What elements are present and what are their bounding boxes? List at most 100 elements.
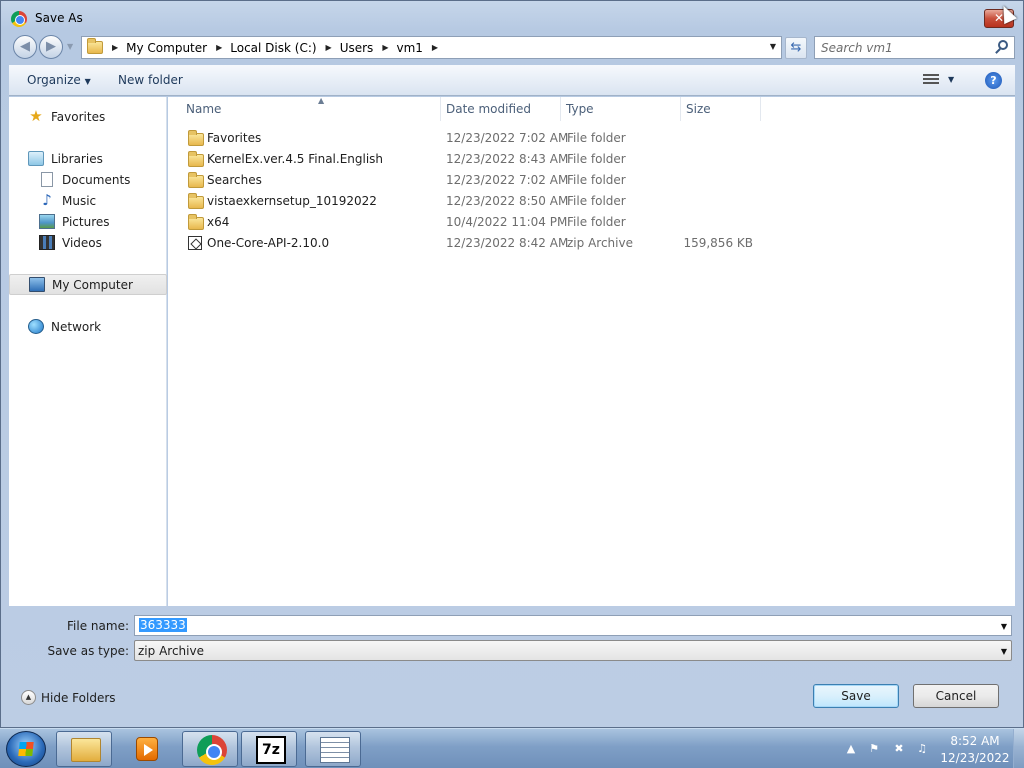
- file-name: vistaexkernsetup_10192022: [207, 194, 377, 208]
- file-row[interactable]: vistaexkernsetup_10192022 12/23/2022 8:5…: [180, 191, 780, 212]
- breadcrumb-chevron-icon[interactable]: ▶: [326, 43, 332, 52]
- documents-icon: [41, 172, 53, 187]
- file-date: 12/23/2022 7:02 AM: [446, 173, 569, 187]
- start-button[interactable]: [6, 731, 46, 767]
- change-view-icon[interactable]: [923, 74, 939, 86]
- folder-icon: [188, 151, 204, 167]
- music-icon: ♪: [42, 191, 52, 209]
- taskbar: 7z ▲ ⚑ ✖ ♫ 8:52 AM 12/23/2022: [0, 728, 1024, 768]
- chrome-icon: [11, 11, 27, 27]
- forward-button[interactable]: ▶: [39, 35, 63, 59]
- back-button[interactable]: ◀: [13, 35, 37, 59]
- search-input[interactable]: [821, 41, 991, 55]
- sidebar-item-documents[interactable]: Documents: [9, 169, 167, 190]
- breadcrumb-my-computer[interactable]: My Computer ▶: [126, 41, 230, 55]
- taskbar-explorer[interactable]: [56, 731, 112, 767]
- file-date: 10/4/2022 11:04 PM: [446, 215, 568, 229]
- file-name-value[interactable]: 363333: [139, 618, 187, 632]
- breadcrumb-chevron-icon[interactable]: ▶: [382, 43, 388, 52]
- search-box[interactable]: [814, 36, 1015, 59]
- chevron-down-icon: ▼: [84, 77, 91, 86]
- breadcrumb-chevron-icon[interactable]: ▶: [216, 43, 222, 52]
- file-row[interactable]: KernelEx.ver.4.5 Final.English 12/23/202…: [180, 149, 780, 170]
- pictures-icon: [39, 214, 55, 229]
- save-as-dialog: Save As ✕ ◀ ▶ ▼ ▶ My Computer ▶ Local Dis…: [0, 0, 1024, 728]
- file-name: Searches: [207, 173, 262, 187]
- show-desktop-button[interactable]: [1013, 729, 1024, 768]
- organize-menu[interactable]: Organize ▼: [27, 73, 91, 87]
- chevron-down-icon[interactable]: ▼: [1001, 647, 1007, 656]
- refresh-button[interactable]: ⇆: [785, 37, 807, 59]
- folder-star-icon: [188, 130, 204, 146]
- explorer-icon: [71, 738, 101, 762]
- taskbar-7zip[interactable]: 7z: [241, 731, 297, 767]
- save-form: File name: 363333 ▼ Save as type: zip Ar…: [9, 606, 1015, 726]
- breadcrumb-chevron-icon[interactable]: ▶: [112, 43, 118, 52]
- search-icon[interactable]: [998, 40, 1008, 50]
- chevron-down-icon[interactable]: ▼: [1001, 622, 1007, 631]
- taskbar-media-player[interactable]: [118, 731, 174, 767]
- sidebar-item-music[interactable]: ♪ Music: [9, 190, 167, 211]
- clock-time[interactable]: 8:52 AM: [945, 734, 1005, 748]
- navigation-bar: ◀ ▶ ▼ ▶ My Computer ▶ Local Disk (C:) ▶ Us…: [1, 33, 1023, 63]
- view-options-dropdown-icon[interactable]: ▼: [948, 75, 954, 84]
- clock-date[interactable]: 12/23/2022: [937, 751, 1013, 765]
- taskbar-notepad[interactable]: [305, 731, 361, 767]
- sidebar-item-network[interactable]: Network: [9, 316, 167, 337]
- zip-icon: [188, 236, 202, 250]
- hide-folders-button[interactable]: ▲ Hide Folders: [21, 690, 116, 705]
- file-row[interactable]: Searches 12/23/2022 7:02 AM File folder: [180, 170, 780, 191]
- address-bar[interactable]: ▶ My Computer ▶ Local Disk (C:) ▶ Users ▶ v…: [81, 36, 782, 59]
- videos-icon: [39, 235, 55, 250]
- address-dropdown-icon[interactable]: ▼: [770, 42, 776, 51]
- file-row[interactable]: Favorites 12/23/2022 7:02 AM File folder: [180, 128, 780, 149]
- help-icon[interactable]: ?: [985, 72, 1002, 89]
- breadcrumb-local-disk[interactable]: Local Disk (C:) ▶: [230, 41, 339, 55]
- breadcrumb-vm1[interactable]: vm1 ▶: [396, 41, 446, 55]
- breadcrumb-chevron-icon[interactable]: ▶: [432, 43, 438, 52]
- breadcrumb-users[interactable]: Users ▶: [340, 41, 397, 55]
- taskbar-chrome[interactable]: [182, 731, 238, 767]
- cancel-button[interactable]: Cancel: [913, 684, 999, 708]
- sidebar-item-videos[interactable]: Videos: [9, 232, 167, 253]
- folder-icon: [188, 193, 204, 209]
- column-header-type[interactable]: Type: [561, 97, 681, 121]
- folder-icon: [87, 38, 103, 54]
- file-name: One-Core-API-2.10.0: [207, 236, 330, 250]
- show-hidden-icons-icon[interactable]: ▲: [843, 741, 859, 757]
- file-name: x64: [207, 215, 230, 229]
- recent-pages-dropdown-icon[interactable]: ▼: [67, 42, 73, 51]
- column-header-name[interactable]: Name ▲: [181, 96, 441, 121]
- file-date: 12/23/2022 8:42 AM: [446, 236, 569, 250]
- file-type: File folder: [567, 131, 626, 145]
- save-button[interactable]: Save: [813, 684, 899, 708]
- command-toolbar: Organize ▼ New folder ▼ ?: [9, 65, 1015, 96]
- file-list: Name ▲ Date modified Type Size Favorites…: [168, 96, 1015, 606]
- sidebar-item-favorites[interactable]: ★ Favorites: [9, 106, 167, 127]
- file-row[interactable]: One-Core-API-2.10.0 12/23/2022 8:42 AM z…: [180, 233, 780, 254]
- file-size: 159,856 KB: [683, 236, 753, 250]
- network-status-icon[interactable]: ✖: [891, 741, 907, 757]
- sidebar-item-libraries[interactable]: Libraries: [9, 148, 167, 169]
- file-row[interactable]: x64 10/4/2022 11:04 PM File folder: [180, 212, 780, 233]
- column-header-size[interactable]: Size: [681, 97, 761, 121]
- file-type: File folder: [567, 194, 626, 208]
- file-type: File folder: [567, 152, 626, 166]
- libraries-icon: [28, 151, 44, 166]
- folder-search-icon: [188, 172, 204, 188]
- action-center-icon[interactable]: ⚑: [866, 741, 882, 757]
- star-icon: ★: [29, 107, 43, 125]
- volume-icon[interactable]: ♫: [914, 741, 930, 757]
- title-bar: Save As ✕: [1, 1, 1023, 33]
- sidebar-item-my-computer[interactable]: My Computer: [9, 274, 167, 295]
- save-as-type-select[interactable]: zip Archive ▼: [134, 640, 1012, 661]
- navigation-pane: ★ Favorites Libraries Documents ♪ Music Pi…: [9, 97, 167, 606]
- folder-icon: [188, 214, 204, 230]
- column-header-date-modified[interactable]: Date modified: [441, 97, 561, 121]
- new-folder-button[interactable]: New folder: [118, 73, 183, 87]
- file-name-field[interactable]: 363333 ▼: [134, 615, 1012, 636]
- window-title: Save As: [35, 11, 83, 25]
- file-name-label: File name:: [67, 619, 129, 633]
- file-type: File folder: [567, 215, 626, 229]
- sidebar-item-pictures[interactable]: Pictures: [9, 211, 167, 232]
